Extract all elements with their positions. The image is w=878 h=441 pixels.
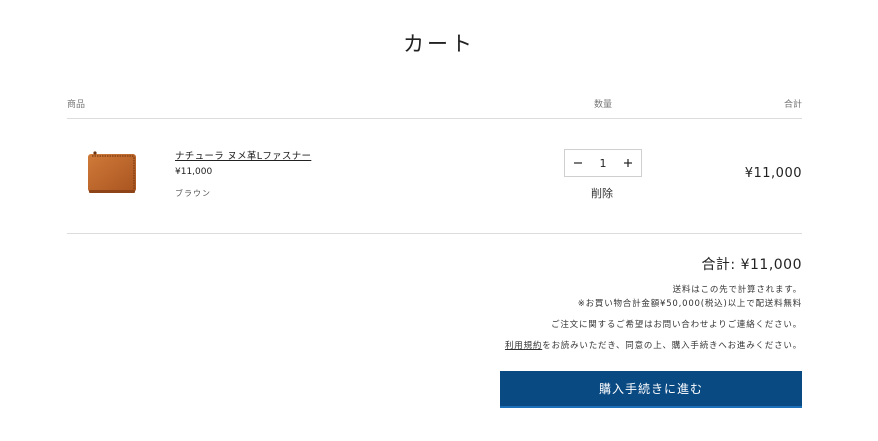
column-header-quantity: 数量 <box>594 100 613 110</box>
quantity-input[interactable]: 1 <box>591 157 615 170</box>
order-request-note: ご注文に関するご希望はお問い合わせよりご連絡ください。 <box>551 320 802 330</box>
terms-note-text: をお読みいただき、同意の上、購入手続きへお進みください。 <box>542 341 802 351</box>
remove-item-link[interactable]: 削除 <box>591 185 613 201</box>
cart-subtotal: 合計: ¥11,000 <box>701 257 802 273</box>
divider <box>67 233 802 234</box>
product-variant: ブラウン <box>175 189 211 198</box>
plus-icon <box>624 159 632 167</box>
terms-note: 利用規約をお読みいただき、同意の上、購入手続きへお進みください。 <box>505 339 802 351</box>
minus-icon <box>574 162 582 164</box>
decrement-button[interactable] <box>565 150 591 176</box>
page-title: カート <box>403 32 475 56</box>
increment-button[interactable] <box>615 150 641 176</box>
shipping-note: 送料はこの先で計算されます。 <box>672 285 802 295</box>
product-image[interactable] <box>86 150 138 196</box>
terms-link[interactable]: 利用規約 <box>505 341 542 351</box>
product-name-link[interactable]: ナチューラ ヌメ革Lファスナー <box>175 148 311 162</box>
checkout-button[interactable]: 購入手続きに進む <box>500 371 802 408</box>
free-shipping-note: ※お買い物合計金額¥50,000(税込)以上で配送料無料 <box>577 299 802 309</box>
product-price: ¥11,000 <box>175 167 213 177</box>
line-total: ¥11,000 <box>744 166 802 181</box>
divider <box>67 118 802 119</box>
column-header-total: 合計 <box>783 100 802 110</box>
quantity-stepper: 1 <box>564 149 642 177</box>
column-header-product: 商品 <box>67 100 86 110</box>
